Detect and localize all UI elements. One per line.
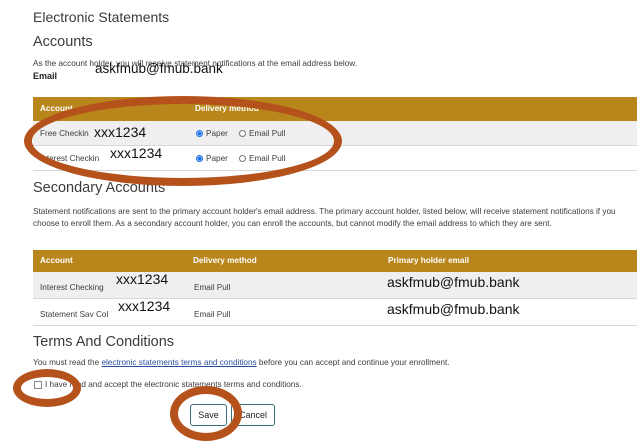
radio-paper[interactable]: Paper [196,129,228,138]
header-delivery: Delivery method [195,104,259,113]
delivery-method: Email Pull [194,310,231,319]
radio-email-pull[interactable]: Email Pull [239,129,285,138]
header-account: Account [40,104,73,113]
header-delivery: Delivery method [193,256,257,265]
account-number: xxx1234 [118,298,171,314]
secondary-notice: Statement notifications are sent to the … [33,207,616,228]
radio-unselected-icon [239,155,246,163]
radio-unselected-icon [239,130,246,138]
email-label: Email [33,71,58,81]
account-name: Interest Checkin [40,154,100,163]
terms-heading: Terms And Conditions [33,334,175,350]
account-name: Statement Sav Col [40,310,109,319]
primary-email: askfmub@fmub.bank [387,301,520,317]
header-primary-email: Primary holder email [388,256,469,265]
accept-checkbox[interactable] [34,381,42,389]
secondary-table: Account Delivery method Primary holder e… [33,250,637,326]
table-row: Free Checkin xxx1234 Paper Email Pull [33,121,637,146]
accounts-table-header: Account Delivery method [33,97,637,121]
accounts-table: Account Delivery method Free Checkin xxx… [33,97,637,171]
primary-email: askfmub@fmub.bank [387,274,520,290]
table-row: Statement Sav Col xxx1234 Email Pull ask… [33,298,637,326]
header-account: Account [40,256,73,265]
page-title: Electronic Statements [33,9,170,25]
account-number: xxx1234 [94,124,147,140]
email-value: askfmub@fmub.bank [95,61,223,76]
table-row: Interest Checking xxx1234 Email Pull ask… [33,271,637,299]
radio-paper[interactable]: Paper [196,154,228,163]
cancel-button[interactable]: Cancel [231,404,275,426]
secondary-table-header: Account Delivery method Primary holder e… [33,250,637,272]
table-row: Interest Checkin xxx1234 Paper Email Pul… [33,145,637,171]
radio-selected-icon [196,130,203,138]
account-number: xxx1234 [110,145,163,161]
terms-text: You must read the electronic statements … [33,358,450,367]
account-name: Free Checkin [40,129,89,138]
delivery-method: Email Pull [194,283,231,292]
accept-checkbox-label: I have read and accept the electronic st… [45,380,302,389]
terms-link[interactable]: electronic statements terms and conditio… [101,358,256,367]
save-button[interactable]: Save [190,404,227,426]
radio-email-pull[interactable]: Email Pull [239,154,285,163]
account-number: xxx1234 [116,271,169,287]
secondary-heading: Secondary Accounts [33,180,166,196]
radio-selected-icon [196,155,203,163]
accounts-heading: Accounts [33,34,93,50]
account-name: Interest Checking [40,283,104,292]
